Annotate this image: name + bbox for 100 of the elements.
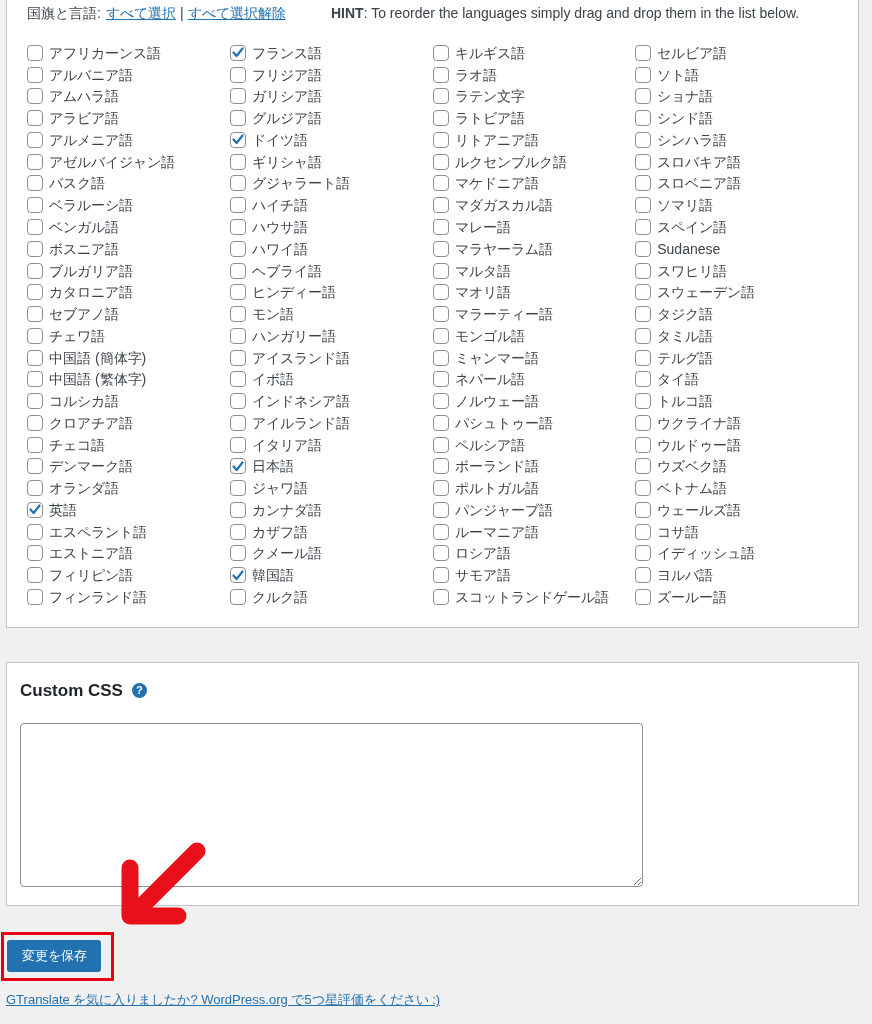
checkbox[interactable] <box>27 175 43 192</box>
checkbox[interactable] <box>635 66 652 83</box>
checkbox[interactable] <box>432 110 449 127</box>
checkbox[interactable] <box>229 327 246 344</box>
checkbox[interactable] <box>635 306 652 323</box>
checkbox[interactable] <box>635 219 652 235</box>
checkbox[interactable] <box>635 327 652 344</box>
checkbox[interactable] <box>432 197 449 214</box>
checkbox[interactable] <box>27 480 43 497</box>
checkbox[interactable] <box>27 567 43 584</box>
checkbox[interactable] <box>635 349 652 366</box>
checkbox[interactable] <box>229 306 246 323</box>
checkbox[interactable] <box>432 284 449 301</box>
checkbox[interactable] <box>635 153 652 170</box>
checkbox[interactable] <box>229 567 246 584</box>
checkbox[interactable] <box>229 523 246 540</box>
checkbox[interactable] <box>229 349 246 366</box>
checkbox[interactable] <box>635 88 652 105</box>
checkbox[interactable] <box>432 66 449 83</box>
checkbox[interactable] <box>432 131 449 148</box>
checkbox[interactable] <box>635 567 652 584</box>
checkbox[interactable] <box>27 436 43 453</box>
checkbox[interactable] <box>635 545 652 562</box>
checkbox[interactable] <box>229 501 246 518</box>
checkbox[interactable] <box>27 501 43 518</box>
checkbox[interactable] <box>229 44 246 61</box>
checkbox[interactable] <box>229 66 246 83</box>
deselect-all-link[interactable]: すべて選択解除 <box>187 3 286 23</box>
checkbox[interactable] <box>432 240 449 257</box>
checkbox[interactable] <box>635 44 652 61</box>
checkbox[interactable] <box>27 153 43 170</box>
checkbox[interactable] <box>27 262 43 279</box>
save-button[interactable]: 変更を保存 <box>7 939 101 972</box>
checkbox[interactable] <box>229 458 246 475</box>
checkbox[interactable] <box>635 262 652 279</box>
checkbox[interactable] <box>432 458 449 475</box>
checkbox[interactable] <box>635 240 652 257</box>
checkbox[interactable] <box>635 480 652 497</box>
checkbox[interactable] <box>432 501 449 518</box>
checkbox[interactable] <box>27 414 43 431</box>
checkbox[interactable] <box>432 327 449 344</box>
checkbox[interactable] <box>229 371 246 388</box>
checkbox[interactable] <box>229 545 246 562</box>
checkbox[interactable] <box>432 589 449 605</box>
checkbox[interactable] <box>432 175 449 192</box>
checkbox[interactable] <box>432 545 449 562</box>
select-all-link[interactable]: すべて選択 <box>105 3 176 23</box>
checkbox[interactable] <box>27 589 43 605</box>
checkbox[interactable] <box>27 219 43 235</box>
checkbox[interactable] <box>432 306 449 323</box>
checkbox[interactable] <box>229 131 246 148</box>
checkbox[interactable] <box>432 44 449 61</box>
checkbox[interactable] <box>432 153 449 170</box>
checkbox[interactable] <box>27 523 43 540</box>
checkbox[interactable] <box>635 131 652 148</box>
checkbox[interactable] <box>229 219 246 235</box>
checkbox[interactable] <box>27 306 43 323</box>
checkbox[interactable] <box>432 523 449 540</box>
checkbox[interactable] <box>27 545 43 562</box>
checkbox[interactable] <box>635 175 652 192</box>
checkbox[interactable] <box>229 436 246 453</box>
checkbox[interactable] <box>27 349 43 366</box>
checkbox[interactable] <box>635 589 652 605</box>
checkbox[interactable] <box>229 240 246 257</box>
checkbox[interactable] <box>635 458 652 475</box>
checkbox[interactable] <box>432 219 449 235</box>
checkbox[interactable] <box>432 262 449 279</box>
checkbox[interactable] <box>635 110 652 127</box>
checkbox[interactable] <box>229 480 246 497</box>
checkbox[interactable] <box>635 284 652 301</box>
checkbox[interactable] <box>635 371 652 388</box>
checkbox[interactable] <box>229 589 246 605</box>
checkbox[interactable] <box>432 436 449 453</box>
checkbox[interactable] <box>27 197 43 214</box>
checkbox[interactable] <box>432 349 449 366</box>
checkbox[interactable] <box>27 371 43 388</box>
checkbox[interactable] <box>635 523 652 540</box>
rating-link[interactable]: GTranslate を気に入りましたか? WordPress.org で5つ星評価をください :) <box>6 990 441 1009</box>
checkbox[interactable] <box>432 567 449 584</box>
checkbox[interactable] <box>229 197 246 214</box>
checkbox[interactable] <box>432 371 449 388</box>
checkbox[interactable] <box>27 66 43 83</box>
checkbox[interactable] <box>27 327 43 344</box>
checkbox[interactable] <box>27 131 43 148</box>
checkbox[interactable] <box>229 284 246 301</box>
checkbox[interactable] <box>27 458 43 475</box>
checkbox[interactable] <box>27 110 43 127</box>
checkbox[interactable] <box>27 240 43 257</box>
checkbox[interactable] <box>27 44 43 61</box>
checkbox[interactable] <box>229 110 246 127</box>
checkbox[interactable] <box>229 414 246 431</box>
checkbox[interactable] <box>27 88 43 105</box>
checkbox[interactable] <box>432 88 449 105</box>
checkbox[interactable] <box>229 393 246 410</box>
css-textarea[interactable] <box>20 722 643 887</box>
checkbox[interactable] <box>432 480 449 497</box>
checkbox[interactable] <box>635 414 652 431</box>
checkbox[interactable] <box>432 393 449 410</box>
checkbox[interactable] <box>635 501 652 518</box>
checkbox[interactable] <box>229 175 246 192</box>
